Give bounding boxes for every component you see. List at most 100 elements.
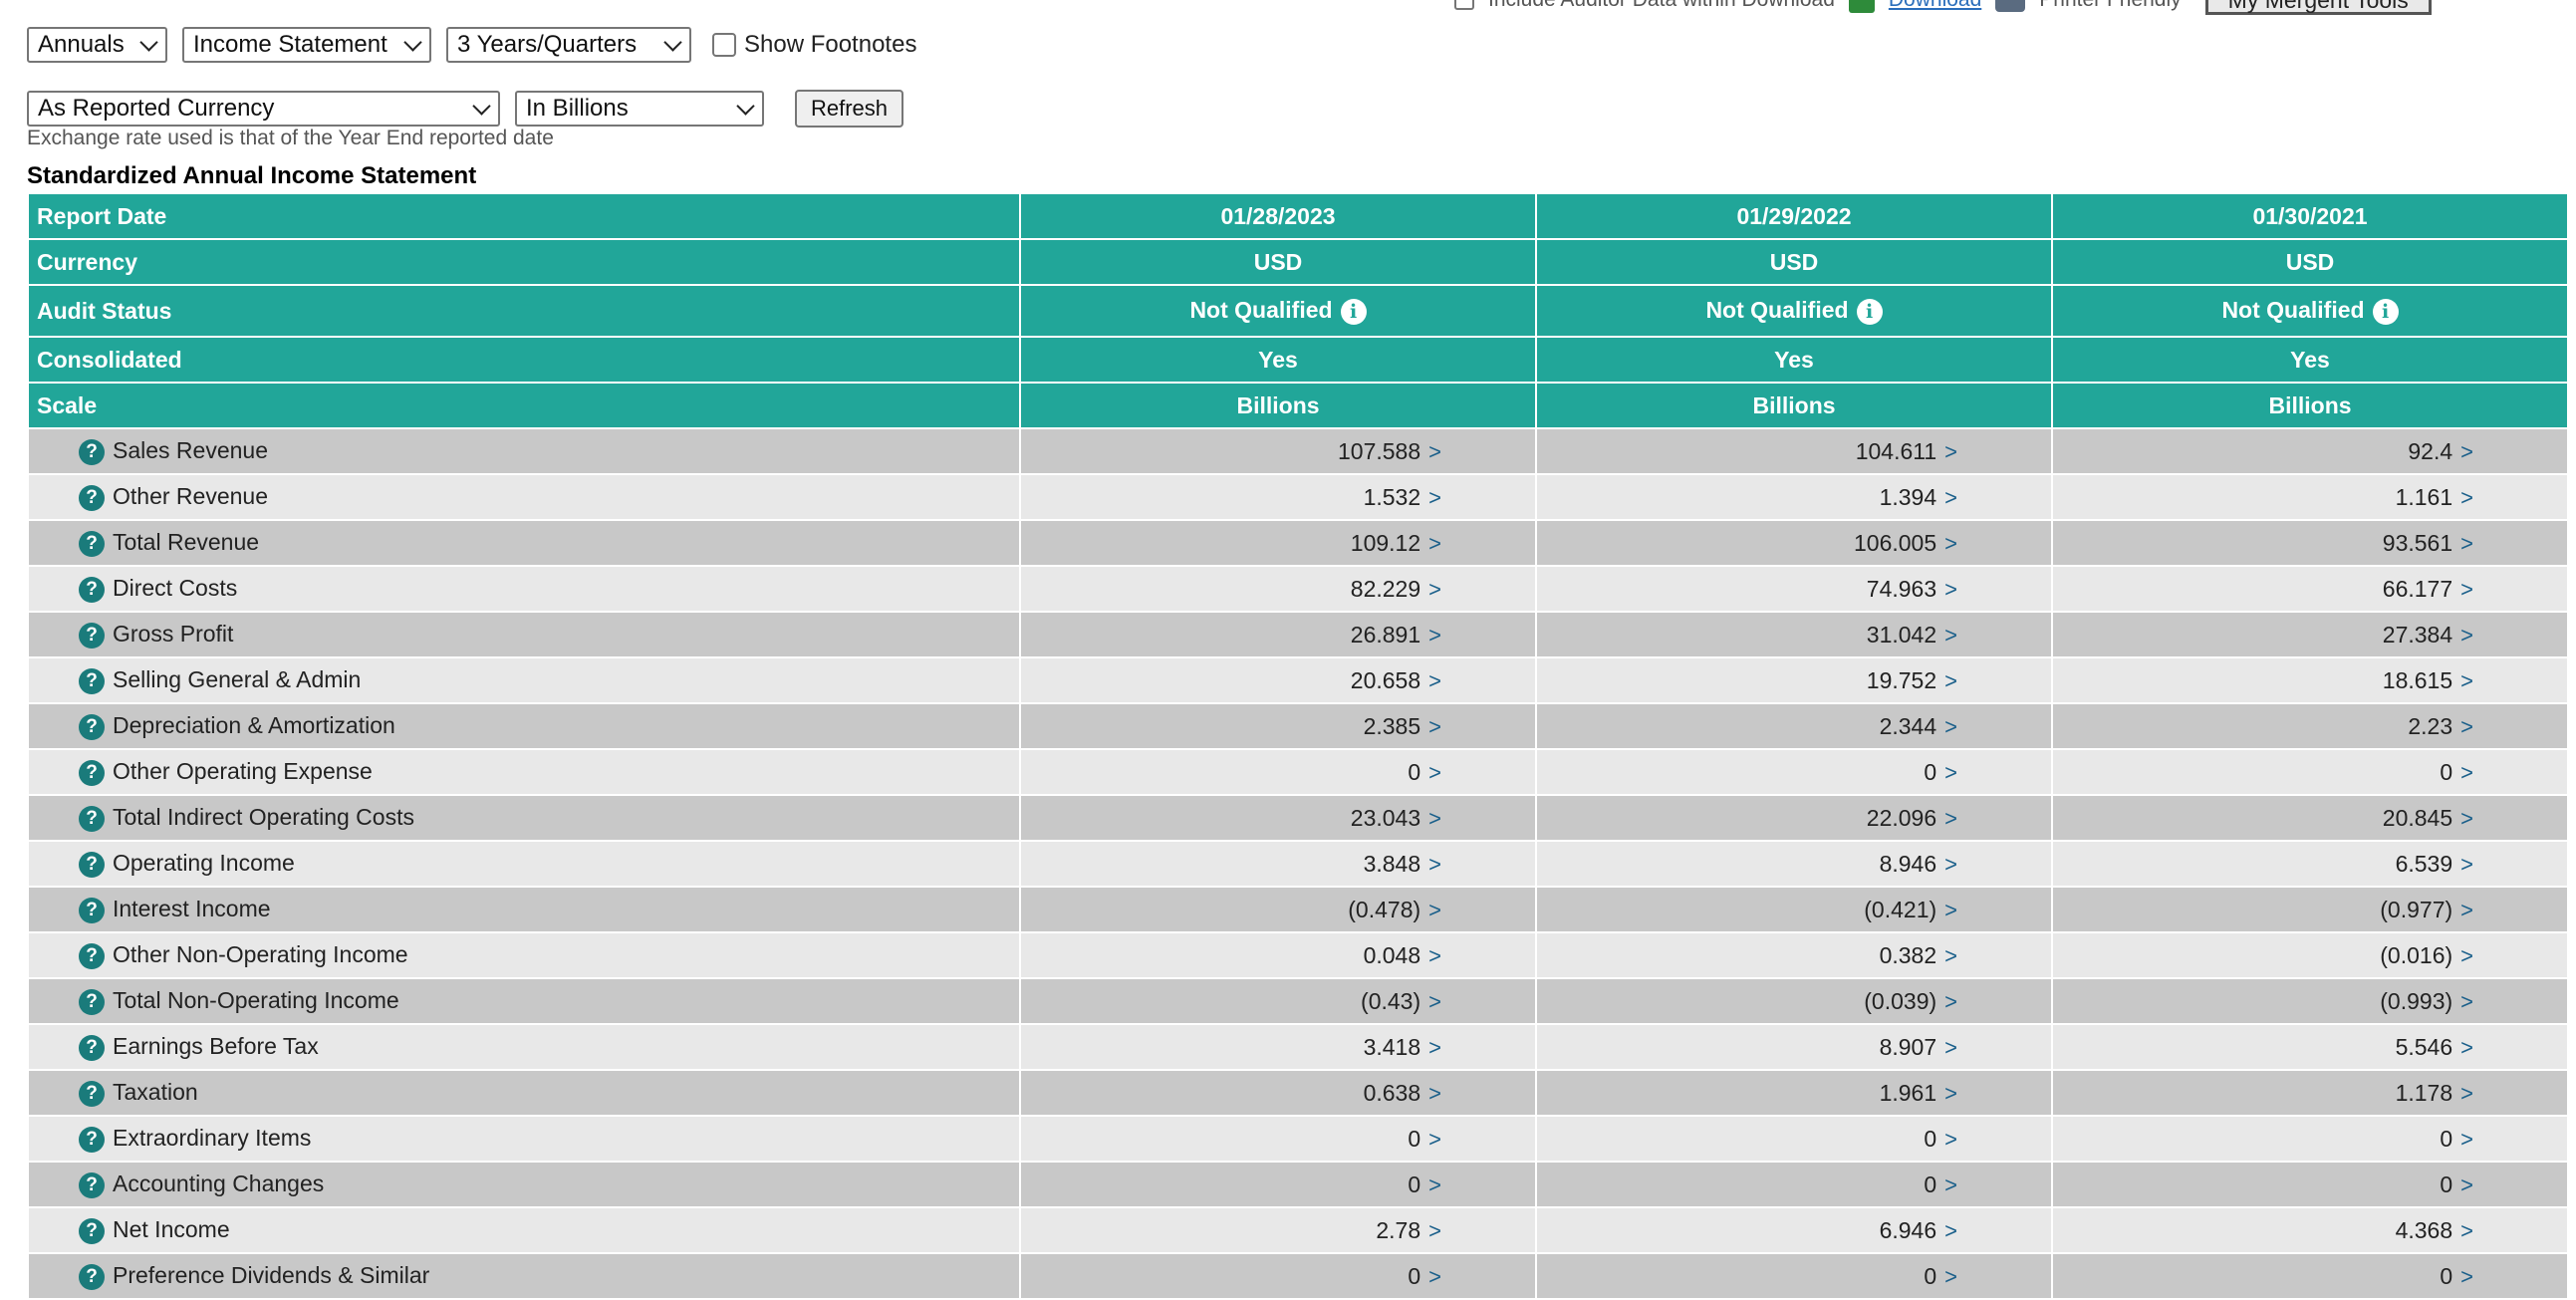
detail-arrow-link[interactable]: > [2460,531,2473,556]
detail-arrow-link[interactable]: > [1944,989,1957,1014]
detail-arrow-link[interactable]: > [2460,989,2473,1014]
show-footnotes-control[interactable]: Show Footnotes [712,31,916,59]
detail-arrow-link[interactable]: > [1944,577,1957,602]
detail-arrow-link[interactable]: > [1944,531,1957,556]
help-icon[interactable]: ? [79,1171,105,1198]
help-icon[interactable]: ? [79,576,105,603]
range-select[interactable]: 3 Years/Quarters [446,27,691,63]
chevron-down-icon [403,32,422,52]
help-icon[interactable]: ? [79,667,105,694]
detail-arrow-link[interactable]: > [1428,898,1441,922]
detail-arrow-link[interactable]: > [1428,531,1441,556]
detail-arrow-link[interactable]: > [1944,1035,1957,1060]
detail-arrow-link[interactable]: > [1944,439,1957,464]
info-icon[interactable]: i [1340,298,1367,325]
detail-arrow-link[interactable]: > [1428,714,1441,739]
detail-arrow-link[interactable]: > [2460,1264,2473,1289]
detail-arrow-link[interactable]: > [2460,577,2473,602]
detail-arrow-link[interactable]: > [1428,439,1441,464]
info-icon[interactable]: i [2372,298,2399,325]
detail-arrow-link[interactable]: > [2460,1035,2473,1060]
help-icon[interactable]: ? [79,759,105,786]
detail-arrow-link[interactable]: > [2460,623,2473,648]
detail-arrow-link[interactable]: > [2460,943,2473,968]
detail-arrow-link[interactable]: > [1944,852,1957,877]
income-statement-table: Report Date 01/28/2023 01/29/2022 01/30/202… [27,192,2569,1300]
detail-arrow-link[interactable]: > [1428,1127,1441,1152]
detail-arrow-link[interactable]: > [2460,1127,2473,1152]
detail-arrow-link[interactable]: > [2460,668,2473,693]
detail-arrow-link[interactable]: > [2460,714,2473,739]
help-icon[interactable]: ? [79,1263,105,1290]
row-value: 0 [1408,1170,1421,1197]
refresh-button[interactable]: Refresh [795,90,904,128]
help-icon[interactable]: ? [79,530,105,557]
detail-arrow-link[interactable]: > [1428,760,1441,785]
detail-arrow-link[interactable]: > [1428,989,1441,1014]
period-select[interactable]: Annuals [27,27,167,63]
info-icon[interactable]: i [1856,298,1883,325]
scale-select[interactable]: In Billions [515,91,764,127]
download-link[interactable]: Download [1889,0,1981,12]
detail-arrow-link[interactable]: > [1944,714,1957,739]
currency-select[interactable]: As Reported Currency [27,91,500,127]
detail-arrow-link[interactable]: > [2460,485,2473,510]
detail-arrow-link[interactable]: > [1944,898,1957,922]
help-icon[interactable]: ? [79,1034,105,1061]
detail-arrow-link[interactable]: > [1944,1127,1957,1152]
help-icon[interactable]: ? [79,484,105,511]
detail-arrow-link[interactable]: > [1428,623,1441,648]
detail-arrow-link[interactable]: > [1944,485,1957,510]
help-icon[interactable]: ? [79,1080,105,1107]
include-auditor-checkbox[interactable] [1454,0,1474,10]
detail-arrow-link[interactable]: > [1944,1081,1957,1106]
detail-arrow-link[interactable]: > [1428,852,1441,877]
detail-arrow-link[interactable]: > [1428,668,1441,693]
detail-arrow-link[interactable]: > [1944,760,1957,785]
help-icon[interactable]: ? [79,1126,105,1153]
row-value: 0.048 [1363,941,1421,968]
detail-arrow-link[interactable]: > [2460,1081,2473,1106]
help-icon[interactable]: ? [79,988,105,1015]
detail-arrow-link[interactable]: > [1428,943,1441,968]
printer-friendly-link[interactable]: Printer Friendly [2039,0,2181,12]
detail-arrow-link[interactable]: > [2460,898,2473,922]
help-icon[interactable]: ? [79,438,105,465]
detail-arrow-link[interactable]: > [1428,806,1441,831]
row-value: 3.418 [1363,1033,1421,1060]
detail-arrow-link[interactable]: > [1944,806,1957,831]
detail-arrow-link[interactable]: > [1428,577,1441,602]
detail-arrow-link[interactable]: > [1428,1172,1441,1197]
help-icon[interactable]: ? [79,1217,105,1244]
detail-arrow-link[interactable]: > [1944,668,1957,693]
detail-arrow-link[interactable]: > [1428,1035,1441,1060]
detail-arrow-link[interactable]: > [2460,439,2473,464]
help-icon[interactable]: ? [79,805,105,832]
detail-arrow-link[interactable]: > [1944,623,1957,648]
statement-select[interactable]: Income Statement [182,27,431,63]
help-icon[interactable]: ? [79,713,105,740]
detail-arrow-link[interactable]: > [1944,1172,1957,1197]
table-row: ? Other Revenue 1.532 >1.394 >1.161 > [27,473,2569,521]
excel-download-icon[interactable] [1848,0,1875,13]
detail-arrow-link[interactable]: > [2460,760,2473,785]
detail-arrow-link[interactable]: > [2460,806,2473,831]
detail-arrow-link[interactable]: > [1944,1218,1957,1243]
show-footnotes-checkbox[interactable] [712,33,736,57]
detail-arrow-link[interactable]: > [2460,1172,2473,1197]
row-value: 2.78 [1376,1216,1421,1243]
detail-arrow-link[interactable]: > [1428,1264,1441,1289]
help-icon[interactable]: ? [79,851,105,878]
detail-arrow-link[interactable]: > [2460,852,2473,877]
my-mergent-tools-button[interactable]: My Mergent Tools [2204,0,2432,15]
printer-icon[interactable] [1995,0,2026,12]
detail-arrow-link[interactable]: > [1944,943,1957,968]
detail-arrow-link[interactable]: > [1944,1264,1957,1289]
detail-arrow-link[interactable]: > [1428,1081,1441,1106]
detail-arrow-link[interactable]: > [1428,1218,1441,1243]
help-icon[interactable]: ? [79,897,105,923]
detail-arrow-link[interactable]: > [1428,485,1441,510]
detail-arrow-link[interactable]: > [2460,1218,2473,1243]
help-icon[interactable]: ? [79,942,105,969]
help-icon[interactable]: ? [79,622,105,649]
